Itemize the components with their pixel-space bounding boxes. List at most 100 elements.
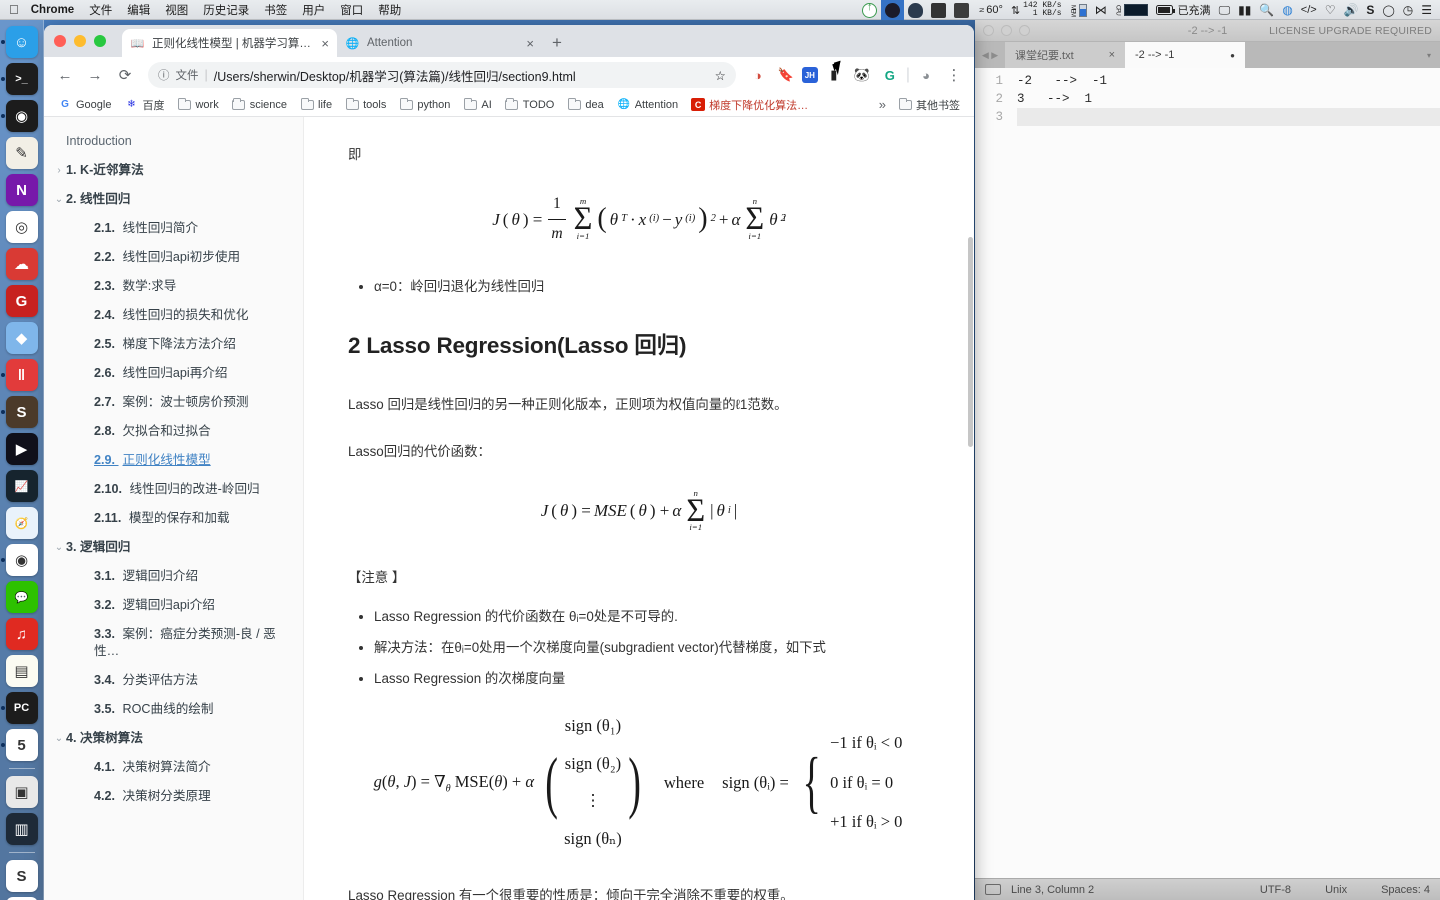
tray-memory-meter[interactable]: MEM — [1066, 0, 1091, 20]
unsaved-indicator-icon[interactable]: ● — [1230, 51, 1235, 60]
sidebar-item-24[interactable]: 2.4. 线性回归的损失和优化 — [44, 301, 303, 330]
dock-item-screen-recording[interactable]: ▥ — [5, 813, 38, 845]
page-info-icon[interactable]: ⓘ — [158, 67, 170, 83]
dock-item-notepad[interactable]: ▤ — [5, 655, 38, 687]
sidebar-item-33[interactable]: 3.3. 案例：癌症分类预测-良 / 恶性… — [44, 620, 303, 666]
indentation-label[interactable]: Spaces: 4 — [1381, 884, 1430, 896]
other-bookmarks-folder[interactable]: 其他书签 — [893, 95, 965, 115]
sidebar-item-27[interactable]: 2.7. 案例：波士顿房价预测 — [44, 388, 303, 417]
page-scrollbar[interactable] — [967, 117, 974, 900]
chrome-menu-icon[interactable]: ⋮ — [942, 63, 966, 87]
sidebar-item-211[interactable]: 2.11. 模型的保存和加载 — [44, 504, 303, 533]
sidebar-item-29[interactable]: 2.9. 正则化线性模型 — [44, 446, 303, 475]
minimize-window-button[interactable] — [74, 35, 86, 47]
book-sidebar[interactable]: Introduction › 1. K-近邻算法 ⌄ 2. 线性回归 2.1. 线性回归简… — [44, 117, 304, 900]
tray-code-icon[interactable]: </> — [1297, 0, 1321, 20]
sidebar-item-32[interactable]: 3.2. 逻辑回归api介绍 — [44, 591, 303, 620]
dock-item-notes-sketch[interactable]: ✎ — [5, 137, 38, 169]
code-area[interactable]: -2 --> -1 3 --> 1 — [1011, 68, 1440, 878]
sublime-tab-notes[interactable]: 课堂纪要.txt × — [1005, 42, 1125, 68]
profile-avatar-icon[interactable]: ◕ — [914, 63, 938, 87]
sidebar-item-3[interactable]: ⌄ 3. 逻辑回归 — [44, 533, 303, 562]
bookmark-science[interactable]: science — [227, 96, 292, 113]
license-notice[interactable]: LICENSE UPGRADE REQUIRED — [1269, 25, 1432, 37]
chevron-down-icon[interactable]: ⌄ — [52, 539, 66, 555]
tray-app-icon[interactable] — [950, 0, 973, 20]
sidebar-item-25[interactable]: 2.5. 梯度下降法方法介绍 — [44, 330, 303, 359]
sidebar-item-22[interactable]: 2.2. 线性回归api初步使用 — [44, 243, 303, 272]
tray-fan-icon[interactable]: ⋈ — [1091, 0, 1111, 20]
tray-cloud-icon[interactable] — [904, 0, 927, 20]
apple-icon[interactable]:  — [9, 3, 19, 16]
sidebar-item-26[interactable]: 2.6. 线性回归api再介绍 — [44, 359, 303, 388]
maximize-window-button[interactable] — [94, 35, 106, 47]
tray-battery[interactable]: 已充满 — [1152, 0, 1215, 20]
encoding-label[interactable]: UTF-8 — [1260, 884, 1291, 896]
bookmark-python[interactable]: python — [394, 96, 455, 113]
sidebar-item-4[interactable]: ⌄ 4. 决策树算法 — [44, 724, 303, 753]
dock-item-gitee[interactable]: G — [5, 285, 38, 317]
sidebar-item-210[interactable]: 2.10. 线性回归的改进-岭回归 — [44, 475, 303, 504]
tray-cpu-meter[interactable]: CPU — [1111, 0, 1152, 20]
star-icon[interactable]: ☆ — [715, 68, 726, 83]
close-tab-icon[interactable]: × — [1109, 49, 1115, 61]
menu-item-profiles[interactable]: 用户 — [302, 2, 325, 18]
bookmark-dea[interactable]: dea — [562, 96, 608, 113]
tray-recorder-icon[interactable] — [881, 0, 905, 20]
reload-button[interactable]: ⟳ — [112, 62, 138, 88]
dock-item-disk-image[interactable]: ▣ — [5, 776, 38, 808]
bookmark-work[interactable]: work — [172, 96, 223, 113]
bookmark-life[interactable]: life — [295, 96, 337, 113]
panda-extension-icon[interactable]: 🐼 — [850, 63, 874, 87]
bookmark-tools[interactable]: tools — [340, 96, 391, 113]
bookmark-梯度下降优化算法…[interactable]: C 梯度下降优化算法… — [686, 95, 813, 115]
sublime-editor[interactable]: 1 2 3 -2 --> -1 3 --> 1 — [975, 68, 1440, 878]
dock-item-eraser[interactable]: ◆ — [5, 322, 38, 354]
sidebar-item-2[interactable]: ⌄ 2. 线性回归 — [44, 185, 303, 214]
tray-clock-icon[interactable]: ◷ — [1399, 0, 1417, 20]
dock-item-google-chrome[interactable]: ◉ — [0, 544, 38, 576]
sidebar-toggle-icon[interactable] — [985, 884, 1001, 895]
back-button[interactable]: ← — [52, 62, 78, 88]
sidebar-item-42[interactable]: 4.2. 决策树分类原理 — [44, 782, 303, 811]
sidebar-item-35[interactable]: 3.5. ROC曲线的绘制 — [44, 695, 303, 724]
close-tab-icon[interactable]: × — [321, 36, 329, 51]
bookmark-Attention[interactable]: 🌐 Attention — [612, 96, 683, 113]
dock-item-baidu-netdisk[interactable]: ☁ — [5, 248, 38, 280]
tray-updater-icon[interactable] — [858, 0, 881, 20]
dock-item-obs[interactable]: ◉ — [0, 100, 38, 132]
tray-circle-icon[interactable]: ◯ — [1378, 0, 1398, 20]
dock-item-onenote[interactable]: N — [5, 174, 38, 206]
dock-item-safari[interactable]: 🧭 — [5, 507, 38, 539]
sidebar-item-23[interactable]: 2.3. 数学:求导 — [44, 272, 303, 301]
jh-extension-icon[interactable]: JH — [801, 67, 818, 83]
menu-item-view[interactable]: 视图 — [165, 2, 188, 18]
dock-item-pycharm[interactable]: PC — [0, 692, 38, 724]
bookmark-TODO[interactable]: TODO — [500, 96, 560, 113]
bookmarks-overflow-button[interactable]: » — [879, 97, 886, 112]
new-tab-button[interactable]: + — [552, 33, 562, 53]
dock-item-finder[interactable]: ☺ — [0, 26, 38, 58]
chevron-right-icon[interactable]: › — [52, 162, 66, 178]
menu-item-edit[interactable]: 编辑 — [127, 2, 150, 18]
extension-color-icon[interactable]: ◑ — [746, 63, 770, 87]
bookmark-manager-icon[interactable]: 🔖 — [774, 63, 798, 87]
tray-spotlight-search-icon[interactable]: 🔍 — [1255, 0, 1278, 20]
bookmark-百度[interactable]: ❄ 百度 — [119, 95, 169, 115]
tray-blue-orb-icon[interactable]: ◍ — [1278, 0, 1296, 20]
line-endings-label[interactable]: Unix — [1325, 884, 1347, 896]
grammarly-icon[interactable]: G — [878, 63, 902, 87]
menu-item-file[interactable]: 文件 — [89, 2, 112, 18]
chevron-down-icon[interactable]: ▾ — [1418, 42, 1440, 68]
sidebar-item-introduction[interactable]: Introduction — [44, 127, 303, 156]
dock-item-browser-blue[interactable]: ◎ — [5, 211, 38, 243]
tray-control-center-icon[interactable]: ☰ — [1417, 0, 1436, 20]
browser-tab-active[interactable]: 📖 正则化线性模型 | 机器学习算法… × — [122, 29, 337, 57]
tray-temperature[interactable]: N 60° — [973, 0, 1007, 20]
menu-item-history[interactable]: 历史记录 — [203, 2, 249, 18]
dock-item-calendar[interactable]: 5 — [0, 729, 38, 761]
dock-item-sublime-text[interactable]: S — [0, 396, 38, 428]
menu-item-bookmarks[interactable]: 书签 — [264, 2, 287, 18]
tray-clipboard-icon[interactable] — [927, 0, 950, 20]
menu-item-help[interactable]: 帮助 — [378, 2, 401, 18]
